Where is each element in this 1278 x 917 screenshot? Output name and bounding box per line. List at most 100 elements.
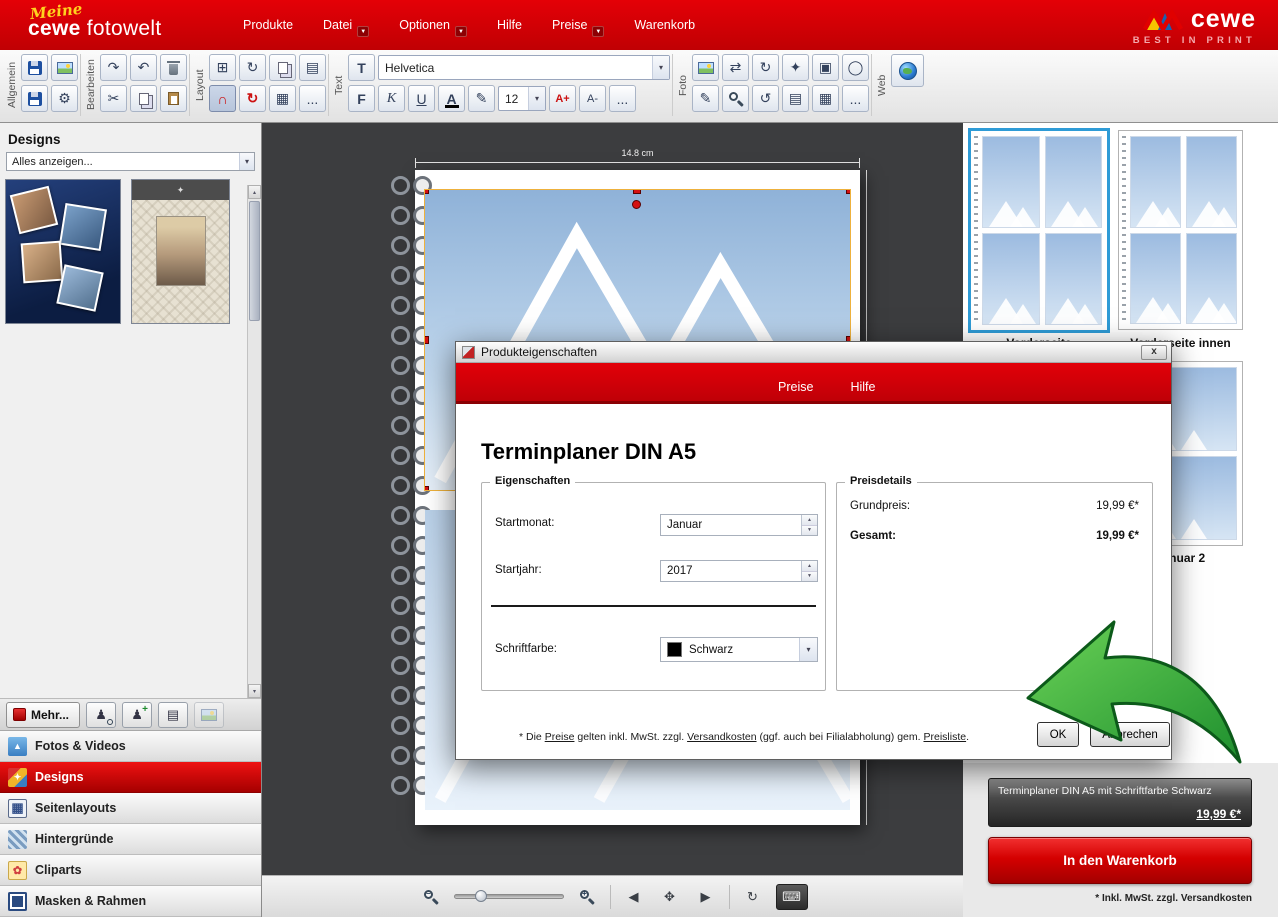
previous-page-button[interactable]: ◀ — [621, 884, 647, 910]
resize-handle-tl[interactable] — [425, 190, 429, 194]
rotate-ccw-photo-button[interactable]: ↺ — [752, 85, 779, 112]
paste-button[interactable] — [160, 85, 187, 112]
sidebar-item-hintergruende[interactable]: Hintergründe — [0, 824, 261, 855]
magnet-button[interactable]: ∩ — [209, 85, 236, 112]
bold-button[interactable]: F — [348, 85, 375, 112]
photo-search-button[interactable] — [722, 85, 749, 112]
cut-button[interactable]: ✂ — [100, 85, 127, 112]
dropdown-caret-icon[interactable]: ▼ — [592, 26, 604, 37]
design-thumbnail-damask[interactable]: ✦ — [131, 179, 230, 324]
more-text-button[interactable]: ... — [609, 85, 636, 112]
dropdown-caret-icon[interactable]: ▼ — [455, 26, 467, 37]
menu-warenkorb[interactable]: Warenkorb — [634, 18, 695, 32]
sidebar-item-fotos-videos[interactable]: ▲Fotos & Videos — [0, 731, 261, 762]
chevron-down-icon[interactable]: ▾ — [799, 638, 817, 661]
underline-button[interactable]: U — [408, 85, 435, 112]
more-layout-button[interactable]: ... — [299, 85, 326, 112]
rotation-handle[interactable] — [632, 200, 641, 209]
dialog-menu-hilfe[interactable]: Hilfe — [850, 380, 875, 394]
menu-hilfe[interactable]: Hilfe — [497, 18, 522, 32]
startmonat-spinner[interactable]: Januar ▲▼ — [660, 514, 818, 536]
resize-handle-bl[interactable] — [425, 486, 429, 490]
arrange-button[interactable]: ▤ — [299, 54, 326, 81]
search-person-button[interactable]: ♟ — [86, 702, 116, 728]
photo-border-button[interactable]: ▦ — [812, 85, 839, 112]
undo-button[interactable]: ↶ — [130, 54, 157, 81]
italic-button[interactable]: K — [378, 85, 405, 112]
add-person-button[interactable]: ♟+ — [122, 702, 152, 728]
font-color-button[interactable]: A — [438, 85, 465, 112]
save-button[interactable] — [21, 54, 48, 81]
photo-layers-button[interactable]: ▤ — [782, 85, 809, 112]
more-designs-button[interactable]: Mehr... — [6, 702, 80, 728]
photo-frame-button[interactable]: ▣ — [812, 54, 839, 81]
zoom-out-button[interactable]: − — [418, 884, 444, 910]
rotate-photo-button[interactable]: ↻ — [752, 54, 779, 81]
zoom-in-button[interactable]: + — [574, 884, 600, 910]
scroll-down-icon[interactable]: ▾ — [248, 684, 261, 698]
fullscreen-button[interactable]: ✥ — [657, 884, 683, 910]
redo-button[interactable]: ↷ — [100, 54, 127, 81]
zoom-slider-thumb[interactable] — [475, 890, 487, 902]
sidebar-item-cliparts[interactable]: ✿Cliparts — [0, 855, 261, 886]
copy-button[interactable] — [130, 85, 157, 112]
edit-photo-button[interactable]: ✎ — [692, 85, 719, 112]
resize-handle-tr[interactable] — [846, 190, 850, 194]
versandkosten-link[interactable]: Versandkosten — [687, 731, 756, 743]
preisliste-link[interactable]: Preisliste — [923, 731, 966, 743]
keyboard-button[interactable]: ⌨ — [776, 884, 808, 910]
grid-button[interactable]: ⊞ — [209, 54, 236, 81]
font-size-select[interactable]: 12 ▾ — [498, 86, 546, 111]
open-project-button[interactable] — [51, 54, 78, 81]
sidebar-item-seitenlayouts[interactable]: ▦Seitenlayouts — [0, 793, 261, 824]
photo-shape-button[interactable]: ◯ — [842, 54, 869, 81]
border-color-button[interactable]: ✎ — [468, 85, 495, 112]
dropdown-caret-icon[interactable]: ▼ — [357, 26, 369, 37]
add-photo-button[interactable] — [692, 54, 719, 81]
more-photo-button[interactable]: ... — [842, 85, 869, 112]
spin-up-icon[interactable]: ▲ — [802, 561, 817, 572]
sidebar-item-masken-rahmen[interactable]: Masken & Rahmen — [0, 886, 261, 917]
scrollbar-thumb[interactable] — [249, 201, 260, 321]
spin-down-icon[interactable]: ▼ — [802, 526, 817, 536]
delete-button[interactable] — [160, 54, 187, 81]
zoom-slider[interactable] — [454, 894, 564, 899]
startjahr-spinner[interactable]: 2017 ▲▼ — [660, 560, 818, 582]
close-button[interactable]: x — [1141, 345, 1167, 360]
rotate-page-button[interactable]: ↻ — [239, 54, 266, 81]
design-thumbnail-collage[interactable] — [5, 179, 121, 324]
copy-page-button[interactable] — [269, 54, 296, 81]
scroll-up-icon[interactable]: ▴ — [248, 185, 261, 199]
preise-link[interactable]: Preise — [545, 731, 575, 743]
page-thumbnail-vorderseite-innen[interactable] — [1118, 130, 1243, 330]
album-button[interactable]: ▤ — [158, 702, 188, 728]
dialog-titlebar[interactable]: Produkteigenschaften x — [456, 342, 1171, 363]
save-as-button[interactable] — [21, 85, 48, 112]
menu-optionen[interactable]: Optionen▼ — [399, 18, 467, 32]
font-family-select[interactable]: Helvetica ▾ — [378, 55, 670, 80]
menu-datei[interactable]: Datei▼ — [323, 18, 369, 32]
decrease-font-button[interactable]: A- — [579, 85, 606, 112]
design-filter-select[interactable]: Alles anzeigen... ▾ — [6, 152, 255, 171]
next-page-button[interactable]: ▶ — [693, 884, 719, 910]
menu-preise[interactable]: Preise▼ — [552, 18, 604, 32]
sidebar-item-designs[interactable]: ✦Designs — [0, 762, 261, 793]
resize-handle-ml[interactable] — [425, 336, 429, 344]
spin-up-icon[interactable]: ▲ — [802, 515, 817, 526]
web-upload-button[interactable] — [891, 54, 924, 87]
cart-price-link[interactable]: 19,99 €* — [1196, 807, 1241, 821]
swap-photo-button[interactable]: ⇄ — [722, 54, 749, 81]
menu-produkte[interactable]: Produkte — [243, 18, 293, 32]
rotate-object-button[interactable]: ↻ — [239, 85, 266, 112]
rotate-view-button[interactable]: ↻ — [740, 884, 766, 910]
increase-font-button[interactable]: A+ — [549, 85, 576, 112]
spin-down-icon[interactable]: ▼ — [802, 572, 817, 582]
designs-scrollbar[interactable]: ▴ ▾ — [247, 185, 261, 698]
settings-button[interactable]: ⚙ — [51, 85, 78, 112]
page-thumbnail-vorderseite[interactable] — [968, 128, 1110, 333]
text-field-button[interactable]: T — [348, 54, 375, 81]
chevron-down-icon[interactable]: ▾ — [652, 56, 669, 79]
resize-handle-tc[interactable] — [633, 190, 641, 194]
add-to-cart-button[interactable]: In den Warenkorb — [988, 837, 1252, 884]
chevron-down-icon[interactable]: ▾ — [528, 87, 545, 110]
